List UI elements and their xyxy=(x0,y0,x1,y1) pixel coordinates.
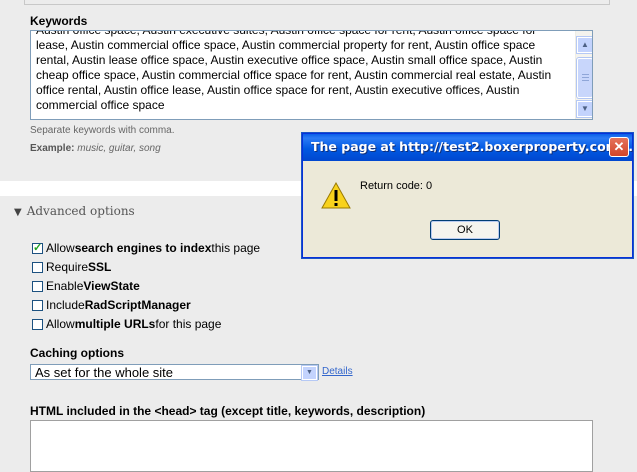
triangle-down-icon: ▼ xyxy=(14,207,22,218)
ok-button[interactable]: OK xyxy=(430,220,500,240)
chevron-down-icon[interactable]: ▼ xyxy=(302,366,317,380)
option-text-bold: search engines to index xyxy=(74,241,212,255)
option-include-radscriptmanager[interactable]: Include RadScriptManager xyxy=(32,298,191,312)
head-html-textarea[interactable] xyxy=(30,420,593,472)
example-value: music, guitar, song xyxy=(77,143,161,154)
checkbox-include-radscriptmanager[interactable] xyxy=(32,299,43,311)
warning-icon xyxy=(321,182,351,209)
checkbox-allow-indexing[interactable] xyxy=(32,241,43,254)
option-text-bold: ViewState xyxy=(83,279,140,293)
scroll-up-arrow-icon[interactable]: ▲ xyxy=(577,37,592,53)
keywords-scrollbar[interactable]: ▲ ▼ xyxy=(575,31,592,119)
upper-section-border xyxy=(24,0,610,5)
option-text: for this page xyxy=(155,317,222,331)
option-allow-indexing[interactable]: Allow search engines to index this page xyxy=(32,241,260,255)
caching-options-label: Caching options xyxy=(30,346,124,360)
dialog-title: The page at http://test2.boxerproperty.c… xyxy=(311,139,633,154)
keywords-text[interactable]: Austin office space, Austin executive su… xyxy=(36,31,564,113)
keywords-textarea[interactable]: Austin office space, Austin executive su… xyxy=(30,30,593,120)
dialog-titlebar[interactable]: The page at http://test2.boxerproperty.c… xyxy=(303,134,633,161)
scroll-thumb[interactable] xyxy=(577,58,592,98)
head-html-label: HTML included in the <head> tag (except … xyxy=(30,404,426,418)
option-text: Require xyxy=(46,260,89,274)
checkbox-require-ssl[interactable] xyxy=(32,261,43,273)
checkbox-enable-viewstate[interactable] xyxy=(32,280,43,292)
checkbox-multiple-urls[interactable] xyxy=(32,318,43,330)
keywords-example: Example: music, guitar, song xyxy=(30,143,161,154)
dialog-message: Return code: 0 xyxy=(360,180,433,192)
close-icon[interactable]: ✕ xyxy=(609,137,629,157)
example-label: Example: xyxy=(30,143,75,154)
option-multiple-urls[interactable]: Allow multiple URLs for this page xyxy=(32,317,221,331)
option-text: Allow xyxy=(46,317,75,331)
option-text-bold: multiple URLs xyxy=(74,317,156,331)
keywords-label: Keywords xyxy=(30,14,88,28)
caching-selected-value: As set for the whole site xyxy=(35,365,174,380)
caching-options-select[interactable]: As set for the whole site ▼ xyxy=(30,364,319,380)
option-text-bold: SSL xyxy=(88,260,112,274)
option-text-bold: RadScriptManager xyxy=(84,298,191,312)
option-require-ssl[interactable]: Require SSL xyxy=(32,260,111,274)
keywords-hint: Separate keywords with comma. xyxy=(30,125,175,136)
option-enable-viewstate[interactable]: Enable ViewState xyxy=(32,279,140,293)
details-link[interactable]: Details xyxy=(322,366,353,377)
advanced-options-toggle[interactable]: ▼ Advanced options xyxy=(14,204,135,218)
option-text: this page xyxy=(211,241,261,255)
alert-dialog: The page at http://test2.boxerproperty.c… xyxy=(302,133,633,258)
option-text: Enable xyxy=(46,279,84,293)
advanced-options-title: Advanced options xyxy=(26,204,135,218)
option-text: Include xyxy=(46,298,85,312)
option-text: Allow xyxy=(46,241,75,255)
scroll-down-arrow-icon[interactable]: ▼ xyxy=(577,101,592,117)
